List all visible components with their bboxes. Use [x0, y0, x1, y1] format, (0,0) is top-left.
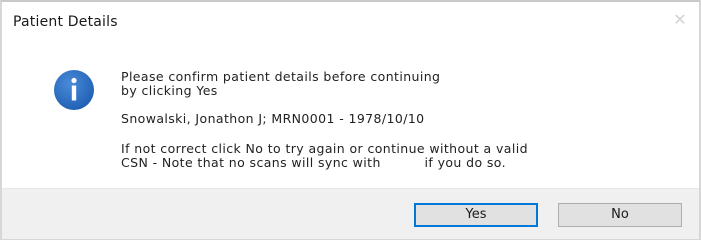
close-button[interactable]: ✕: [667, 8, 693, 32]
patient-details-dialog: Patient Details ✕ Please confirm patient…: [0, 0, 701, 240]
warning-line-1: If not correct click No to try again or …: [121, 141, 528, 156]
patient-info: Snowalski, Jonathon J; MRN0001 - 1978/10…: [121, 111, 425, 126]
message-line-1: Please confirm patient details before co…: [121, 69, 441, 84]
info-icon: [54, 70, 94, 110]
button-bar: Yes No: [2, 188, 699, 239]
dialog-content: Please confirm patient details before co…: [2, 42, 699, 187]
title-bar[interactable]: Patient Details ✕: [2, 2, 699, 42]
yes-button[interactable]: Yes: [414, 203, 538, 227]
message-line-2: by clicking Yes: [121, 83, 218, 98]
close-icon: ✕: [673, 10, 687, 29]
warning-line-2: CSN - Note that no scans will sync with …: [121, 155, 506, 170]
no-button[interactable]: No: [558, 203, 682, 227]
dialog-title: Patient Details: [13, 14, 118, 30]
